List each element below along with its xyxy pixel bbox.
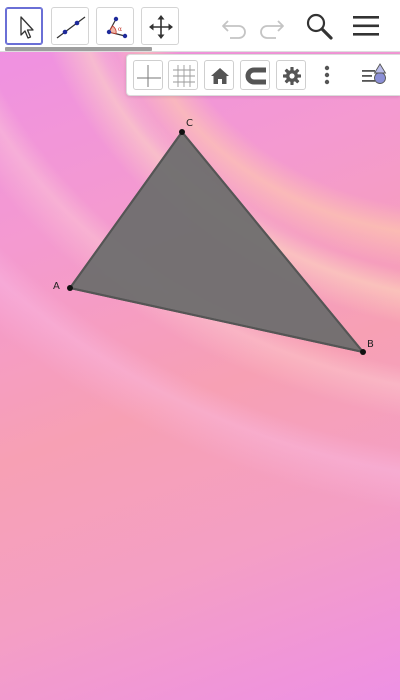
graphics-view[interactable]: A B C [0, 0, 400, 700]
main-toolbar: α [0, 0, 400, 52]
point-capturing-button[interactable] [240, 60, 270, 90]
point-a-label: A [53, 281, 60, 292]
move-arrows-icon [149, 15, 173, 39]
search-button[interactable] [302, 9, 336, 43]
selected-tool-indicator [5, 47, 152, 51]
arrow-cursor-icon [20, 16, 34, 39]
search-icon [306, 13, 333, 40]
axes-icon [137, 65, 161, 87]
line-tool-button[interactable] [51, 7, 89, 45]
point-a[interactable] [67, 285, 73, 291]
move-tool-button[interactable] [5, 7, 43, 45]
angle-icon: α [106, 16, 128, 39]
graphics-settings-button[interactable] [276, 60, 306, 90]
main-menu-button[interactable] [350, 9, 384, 43]
graphics-style-bar [126, 54, 400, 96]
grid-icon [173, 65, 195, 87]
point-c[interactable] [179, 129, 185, 135]
vertical-dots-icon [324, 65, 330, 85]
svg-text:α: α [118, 26, 122, 33]
undo-icon [222, 20, 246, 39]
redo-button[interactable] [254, 9, 288, 43]
style-bar-menu-icon [362, 63, 387, 84]
magnet-capture-icon [245, 67, 266, 85]
angle-tool-button[interactable]: α [96, 7, 134, 45]
point-b-label: B [367, 339, 374, 350]
redo-icon [260, 20, 284, 39]
home-view-button[interactable] [204, 60, 234, 90]
undo-button[interactable] [218, 9, 252, 43]
point-b[interactable] [360, 349, 366, 355]
move-graphics-view-button[interactable] [141, 7, 179, 45]
axes-toggle-button[interactable] [133, 60, 163, 90]
line-through-points-icon [56, 16, 86, 39]
style-bar-toggle-button[interactable] [359, 60, 389, 90]
point-c-label: C [186, 118, 193, 129]
hamburger-menu-icon [353, 16, 379, 36]
more-options-button[interactable] [312, 60, 342, 90]
home-icon [211, 68, 229, 84]
gear-icon [283, 67, 301, 85]
grid-toggle-button[interactable] [168, 60, 198, 90]
